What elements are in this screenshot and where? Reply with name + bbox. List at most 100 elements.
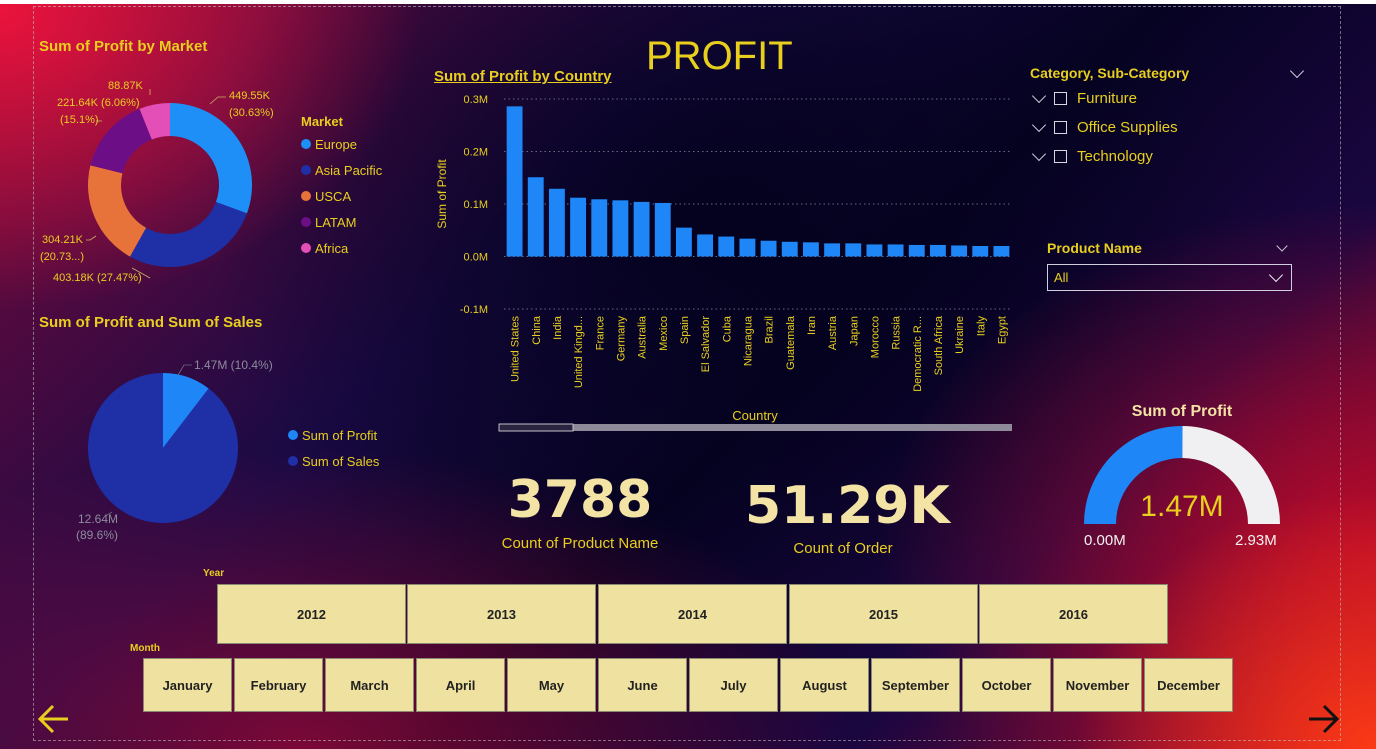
- filter-item-technology[interactable]: Technology: [1030, 142, 1310, 171]
- month-button-march[interactable]: March: [325, 658, 414, 712]
- arrow-right-icon[interactable]: [1305, 702, 1341, 736]
- expand-chevron-icon[interactable]: [1031, 146, 1047, 162]
- scrollbar-thumb[interactable]: [498, 423, 574, 432]
- bar-10[interactable]: [718, 236, 735, 257]
- month-button-may[interactable]: May: [507, 658, 596, 712]
- y-tick-label: 0.0M: [464, 252, 488, 264]
- x-tick-label: Nicaragua: [742, 315, 754, 366]
- x-tick-label: Russia: [891, 315, 903, 350]
- filter-label: Technology: [1077, 148, 1153, 165]
- filter-item-furniture[interactable]: Furniture: [1030, 84, 1310, 113]
- bar-6[interactable]: [633, 201, 650, 257]
- legend-item-asia-pacific[interactable]: Asia Pacific: [301, 157, 382, 183]
- bar-12[interactable]: [760, 240, 777, 257]
- year-button-2013[interactable]: 2013: [407, 584, 596, 644]
- x-tick-label: China: [531, 315, 543, 345]
- product-dropdown-value: All: [1054, 270, 1069, 285]
- x-tick-label: South Africa: [933, 315, 945, 375]
- month-button-october[interactable]: October: [962, 658, 1051, 712]
- bar-9[interactable]: [697, 234, 714, 257]
- bar-3[interactable]: [570, 197, 587, 257]
- product-filter: Product Name All: [1047, 239, 1292, 291]
- x-tick-label: Ukraine: [954, 316, 966, 354]
- expand-chevron-icon[interactable]: [1031, 88, 1047, 104]
- x-tick-label: Iran: [806, 316, 818, 335]
- arrow-left-icon[interactable]: [36, 702, 72, 736]
- market-legend: Market Europe Asia Pacific USCA LATAM Af…: [301, 114, 382, 261]
- bar-20[interactable]: [929, 244, 946, 257]
- bar-15[interactable]: [824, 243, 841, 257]
- bar-21[interactable]: [951, 245, 968, 257]
- month-button-january[interactable]: January: [143, 658, 232, 712]
- bar-23[interactable]: [993, 246, 1010, 257]
- bar-16[interactable]: [845, 243, 862, 257]
- legend-item-europe[interactable]: Europe: [301, 131, 382, 157]
- x-tick-label: Guatemala: [785, 315, 797, 370]
- year-button-2012[interactable]: 2012: [217, 584, 406, 644]
- legend-item-latam[interactable]: LATAM: [301, 209, 382, 235]
- bar-7[interactable]: [654, 202, 671, 257]
- month-button-september[interactable]: September: [871, 658, 960, 712]
- legend-dot: [301, 139, 311, 149]
- chevron-down-icon[interactable]: [1289, 63, 1305, 78]
- legend-item-usca[interactable]: USCA: [301, 183, 382, 209]
- month-button-february[interactable]: February: [234, 658, 323, 712]
- x-tick-label: Cuba: [721, 315, 733, 342]
- month-button-july[interactable]: July: [689, 658, 778, 712]
- country-bar-chart[interactable]: 0.3M 0.2M 0.1M 0.0M -0.1M Sum of Profit United…: [428, 88, 1028, 433]
- legend-dot: [288, 430, 298, 440]
- bar-11[interactable]: [739, 238, 756, 257]
- expand-chevron-icon[interactable]: [1031, 117, 1047, 133]
- legend-label: Africa: [315, 240, 349, 256]
- year-button-2014[interactable]: 2014: [598, 584, 787, 644]
- bar-5[interactable]: [612, 200, 629, 257]
- x-tick-label: France: [594, 316, 606, 350]
- month-button-june[interactable]: June: [598, 658, 687, 712]
- bar-2[interactable]: [548, 188, 565, 257]
- month-button-august[interactable]: August: [780, 658, 869, 712]
- gauge-min: 0.00M: [1084, 532, 1126, 549]
- legend-label: Asia Pacific: [315, 162, 383, 178]
- year-button-2015[interactable]: 2015: [789, 584, 978, 644]
- legend-item-africa[interactable]: Africa: [301, 235, 382, 261]
- legend-item-sum-of-profit[interactable]: Sum of Profit: [288, 422, 379, 448]
- bar-0[interactable]: [506, 106, 523, 257]
- market-legend-title: Market: [301, 114, 343, 129]
- x-tick-label: Japan: [848, 316, 860, 346]
- bar-22[interactable]: [972, 246, 989, 257]
- legend-label: LATAM: [315, 214, 357, 230]
- year-button-2016[interactable]: 2016: [979, 584, 1168, 644]
- x-tick-label: El Salvador: [700, 316, 712, 373]
- legend-item-sum-of-sales[interactable]: Sum of Sales: [288, 448, 379, 474]
- bar-19[interactable]: [908, 244, 925, 257]
- bar-18[interactable]: [887, 244, 904, 257]
- kpi-order-count: 51.29K: [745, 476, 950, 536]
- horizontal-scrollbar[interactable]: [499, 424, 1012, 431]
- kpi-order-label: Count of Order: [793, 540, 893, 557]
- month-button-december[interactable]: December: [1144, 658, 1233, 712]
- month-button-april[interactable]: April: [416, 658, 505, 712]
- gauge-max: 2.93M: [1235, 532, 1277, 549]
- checkbox[interactable]: [1054, 150, 1067, 163]
- bar-14[interactable]: [802, 242, 819, 257]
- bar-13[interactable]: [781, 241, 798, 257]
- x-tick-label: United States: [510, 316, 522, 383]
- filter-item-office-supplies[interactable]: Office Supplies: [1030, 113, 1310, 142]
- bar-1[interactable]: [527, 177, 544, 257]
- month-button-november[interactable]: November: [1053, 658, 1142, 712]
- product-filter-title: Product Name: [1047, 240, 1142, 256]
- page-title: PROFIT: [646, 34, 793, 78]
- legend-label: USCA: [315, 188, 352, 204]
- y-axis-title: Sum of Profit: [435, 159, 449, 229]
- checkbox[interactable]: [1054, 121, 1067, 134]
- checkbox[interactable]: [1054, 92, 1067, 105]
- bar-17[interactable]: [866, 244, 883, 257]
- category-filter: Category, Sub-Category Furniture Office …: [1030, 62, 1310, 171]
- product-dropdown[interactable]: All: [1047, 264, 1292, 291]
- bar-4[interactable]: [591, 199, 608, 257]
- year-slicer-title: Year: [203, 568, 225, 579]
- pie-leader-lines: [103, 364, 192, 518]
- y-tick-label: 0.2M: [464, 147, 488, 159]
- chevron-down-icon[interactable]: [1276, 239, 1288, 252]
- bar-8[interactable]: [675, 227, 692, 257]
